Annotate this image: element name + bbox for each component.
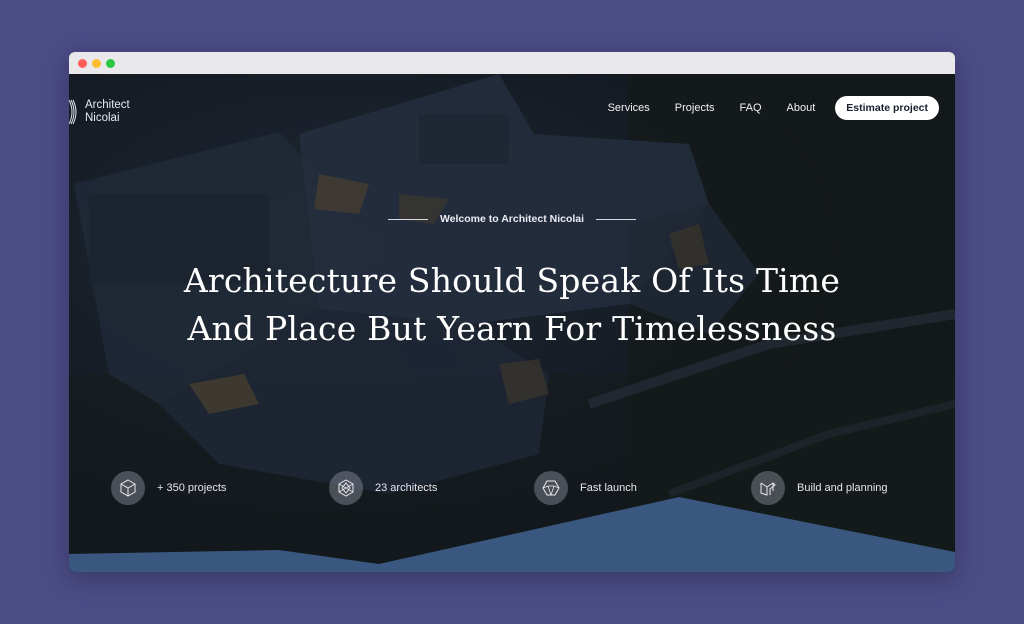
stat-architects: 23 architects xyxy=(329,471,437,505)
stat-label: Fast launch xyxy=(580,482,637,494)
headline-line-1: Architecture Should Speak Of Its Time xyxy=(183,261,841,300)
nav-item-projects[interactable]: Projects xyxy=(675,102,715,114)
hero-headline: Architecture Should Speak Of Its Time An… xyxy=(69,257,955,353)
browser-window: Architect Nicolai Services Projects FAQ … xyxy=(69,52,955,572)
brand-logo[interactable]: Architect Nicolai xyxy=(69,98,130,126)
polyhedron-icon xyxy=(534,471,568,505)
maximize-window-icon[interactable] xyxy=(106,59,115,68)
stat-build-planning: Build and planning xyxy=(751,471,888,505)
stat-label: + 350 projects xyxy=(157,482,227,494)
minimize-window-icon[interactable] xyxy=(92,59,101,68)
cube-icon xyxy=(111,471,145,505)
brand-mark-icon xyxy=(69,99,77,125)
stat-fast-launch: Fast launch xyxy=(534,471,637,505)
eyebrow-divider-left xyxy=(387,218,428,220)
stat-label: 23 architects xyxy=(375,482,438,494)
blocks-icon xyxy=(751,471,785,505)
stat-label: Build and planning xyxy=(797,482,888,494)
headline-line-2: And Place But Yearn For Timelessness xyxy=(187,309,837,348)
nav-item-faq[interactable]: FAQ xyxy=(740,102,762,114)
eyebrow-divider-right xyxy=(596,218,637,220)
nav-item-services[interactable]: Services xyxy=(608,102,650,114)
eyebrow-text: Welcome to Architect Nicolai xyxy=(439,213,585,225)
estimate-project-button[interactable]: Estimate project xyxy=(835,96,939,120)
geo-sphere-icon xyxy=(329,471,363,505)
main-nav: Services Projects FAQ About Estimate pro… xyxy=(583,96,939,120)
brand-name: Architect Nicolai xyxy=(85,99,130,125)
brand-name-line1: Architect xyxy=(85,99,130,111)
close-window-icon[interactable] xyxy=(78,59,87,68)
stat-projects: + 350 projects xyxy=(111,471,226,505)
hero-section: Architect Nicolai Services Projects FAQ … xyxy=(69,74,955,572)
stats-row: + 350 projects 23 architects Fast launch… xyxy=(69,471,955,505)
browser-chrome xyxy=(69,52,955,75)
nav-item-about[interactable]: About xyxy=(787,102,816,114)
hero-eyebrow: Welcome to Architect Nicolai xyxy=(69,213,955,225)
brand-name-line2: Nicolai xyxy=(85,112,120,124)
